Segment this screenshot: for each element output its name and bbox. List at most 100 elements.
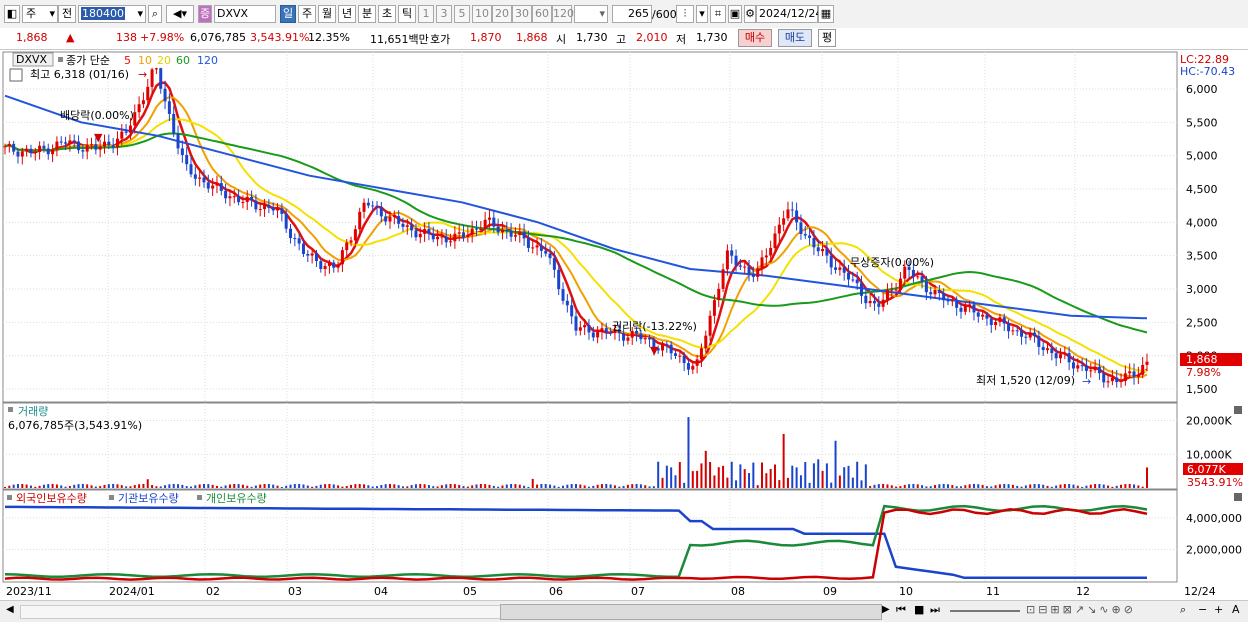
chart-menu-icon[interactable]: ◧ <box>4 5 20 23</box>
candle-body <box>622 333 626 341</box>
candle-body <box>1106 381 1110 383</box>
candle-body <box>263 204 267 210</box>
period-type-select[interactable]: 주 ▾ <box>22 5 58 23</box>
num-30[interactable]: 30 <box>512 5 532 23</box>
num-5[interactable]: 5 <box>454 5 470 23</box>
candle-type-icon[interactable]: ⫶ <box>676 5 694 23</box>
candle-body <box>548 253 552 259</box>
scroll-right-icon[interactable]: ▶ <box>882 604 890 615</box>
calendar-icon[interactable]: ▦ <box>818 5 834 23</box>
forward-icon[interactable]: ⏭ <box>930 603 940 617</box>
stop-icon[interactable]: ■ <box>914 603 924 616</box>
save-icon[interactable]: ▣ <box>728 5 742 23</box>
font-size-icon[interactable]: A <box>1232 603 1240 616</box>
volume-bar <box>302 484 305 488</box>
search-icon[interactable]: ⌕ <box>148 5 162 23</box>
candle-body <box>769 248 773 256</box>
volume-panel-close-icon[interactable] <box>1234 406 1242 414</box>
avg-button[interactable]: 평 <box>818 29 836 47</box>
volume-bar <box>947 484 950 488</box>
volume-bar <box>955 486 958 488</box>
volume-bar <box>406 486 409 488</box>
candle-body <box>834 267 838 270</box>
candle-body <box>293 238 297 240</box>
tab-day[interactable]: 일 <box>280 5 296 23</box>
tab-week[interactable]: 주 <box>298 5 316 23</box>
tab-minute[interactable]: 분 <box>358 5 376 23</box>
price-tick-label: 5,000 <box>1186 150 1218 163</box>
candle-body <box>699 348 703 360</box>
tab-year[interactable]: 년 <box>338 5 356 23</box>
volume-bar <box>886 484 889 488</box>
volume-bar <box>345 486 348 488</box>
dividend-marker-icon: ▼ <box>94 131 103 144</box>
scroll-track[interactable] <box>20 605 502 619</box>
candle-body <box>894 289 898 291</box>
zoom-slider[interactable] <box>950 610 1020 612</box>
candle-body <box>384 216 388 222</box>
tab-month[interactable]: 월 <box>318 5 336 23</box>
speaker-icon[interactable]: ◀▾ <box>166 5 194 23</box>
volume-bar <box>120 485 123 488</box>
candle-body <box>920 276 924 282</box>
date-input[interactable]: 2024/12/24 <box>756 5 822 23</box>
x-tick-label: 03 <box>288 585 302 598</box>
custom-num-select[interactable]: ▾ <box>574 5 608 23</box>
price-tick-label: 5,500 <box>1186 116 1218 129</box>
indicator-icon[interactable]: ⌗ <box>710 5 726 23</box>
volume-bar <box>1107 485 1110 488</box>
buy-button[interactable]: 매수 <box>738 29 772 47</box>
scroll-left-icon[interactable]: ◀ <box>6 604 14 615</box>
tab-second[interactable]: 초 <box>378 5 396 23</box>
volume-bar <box>138 484 141 488</box>
volume-bar <box>1016 485 1019 488</box>
code-input[interactable]: 180400 ▾ <box>78 5 146 23</box>
volume-bar <box>42 484 45 488</box>
gear-icon[interactable]: ⚙ <box>744 5 756 23</box>
scroll-bar[interactable]: ◀ ▶ ⏮ ■ ⏭ ⊡⊟⊞⊠↗↘∿⊕⊘ ⌕ − + A <box>0 600 1248 622</box>
volume-bar <box>808 482 811 488</box>
num-120[interactable]: 120 <box>552 5 574 23</box>
volume-bar <box>959 486 962 488</box>
candle-body <box>7 143 11 147</box>
volume-bar <box>739 464 742 488</box>
volume-bar <box>259 484 262 488</box>
scroll-thumb[interactable] <box>500 604 882 620</box>
volume-bar <box>116 484 119 488</box>
candle-body <box>150 69 154 87</box>
holding-panel-close-icon[interactable] <box>1234 493 1242 501</box>
rewind-icon[interactable]: ⏮ <box>896 603 906 617</box>
volume-bar <box>228 484 231 488</box>
volume-bar <box>401 486 404 488</box>
chart-area[interactable]: 6,000 5,500 5,000 4,500 4,000 3,500 3,000 2,500… <box>0 49 1248 601</box>
volume-bar <box>938 484 941 488</box>
num-60[interactable]: 60 <box>532 5 552 23</box>
zoom-search-icon[interactable]: ⌕ <box>1180 603 1186 617</box>
x-tick-label: 10 <box>899 585 913 598</box>
drawing-tools-icon[interactable]: ⊡⊟⊞⊠↗↘∿⊕⊘ <box>1026 603 1136 616</box>
sell-button[interactable]: 매도 <box>778 29 812 47</box>
zoom-in-icon[interactable]: + <box>1214 603 1223 616</box>
candle-body <box>492 217 496 227</box>
prev-button[interactable]: 전 <box>58 5 76 23</box>
change-pct: +7.98% <box>140 31 185 44</box>
num-3[interactable]: 3 <box>436 5 452 23</box>
table-toggle-icon[interactable] <box>9 68 23 82</box>
count-input[interactable]: 265 <box>612 5 652 23</box>
zoom-out-icon[interactable]: − <box>1198 603 1207 616</box>
volume-bar <box>198 484 201 488</box>
candle-body <box>976 312 980 317</box>
num-20[interactable]: 20 <box>492 5 512 23</box>
candle-body <box>1050 348 1054 354</box>
candle-body <box>176 133 180 149</box>
volume-bar <box>306 485 309 488</box>
num-1[interactable]: 1 <box>418 5 434 23</box>
settings-dropdown-icon[interactable]: ▾ <box>696 5 708 23</box>
num-10[interactable]: 10 <box>472 5 492 23</box>
tab-tick[interactable]: 틱 <box>398 5 416 23</box>
stock-name-field[interactable]: DXVX <box>214 5 276 23</box>
volume-bar <box>1063 484 1066 488</box>
volume-bar <box>795 467 798 488</box>
high-arrow-icon: → <box>138 68 147 81</box>
candle-body <box>401 223 405 227</box>
